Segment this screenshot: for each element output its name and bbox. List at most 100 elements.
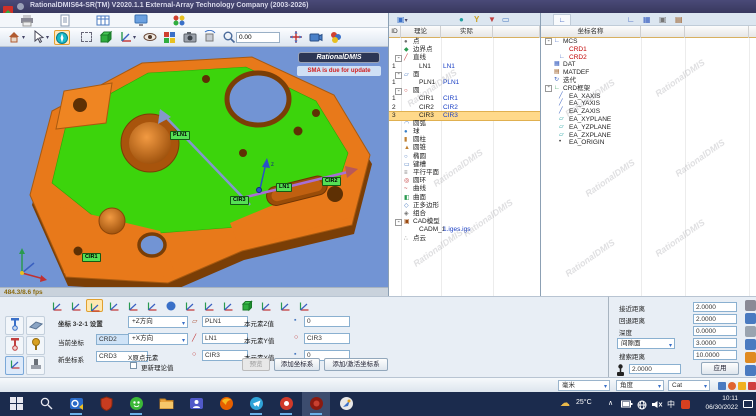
- coordinate-tree-row[interactable]: ↻迭代: [541, 77, 756, 85]
- element-value-field-1[interactable]: [304, 316, 350, 327]
- apply-button[interactable]: 应用: [701, 362, 739, 375]
- weather-temp[interactable]: 25°C: [576, 399, 592, 416]
- direction-select-1[interactable]: +Z方向: [128, 316, 188, 328]
- feature-field-2[interactable]: [202, 333, 248, 344]
- feature-tree-row[interactable]: ◆边界点: [389, 46, 540, 54]
- filter-icon[interactable]: Y: [474, 14, 479, 25]
- taskbar-app-security[interactable]: [92, 392, 120, 416]
- coordinate-tree-row[interactable]: CRD1: [541, 46, 756, 54]
- feature-tree-row[interactable]: ●点: [389, 38, 540, 46]
- pan-crosshair-icon[interactable]: [288, 30, 304, 45]
- feature-tree-row[interactable]: 2CIR2CIR2: [389, 104, 540, 112]
- report-tab-icon[interactable]: [52, 14, 78, 27]
- direction-select-2[interactable]: +X方向: [128, 333, 188, 345]
- probe-field-1[interactable]: [693, 302, 737, 312]
- feature-tag-pln1[interactable]: PLN1: [170, 131, 190, 140]
- csys-icon-9[interactable]: [200, 299, 217, 312]
- feature-tree-row[interactable]: ╱直线: [389, 54, 540, 62]
- collapse-toggle-icon[interactable]: [395, 219, 402, 226]
- taskbar-app-designer[interactable]: [332, 392, 360, 416]
- coordinate-tree-row[interactable]: ▤MATDEF: [541, 69, 756, 77]
- csys-icon-1[interactable]: [48, 299, 65, 312]
- part-model[interactable]: z: [0, 47, 388, 287]
- coordinate-tree-row[interactable]: ∟CRD框架: [541, 85, 756, 93]
- machine-icon[interactable]: [26, 356, 45, 375]
- csys-icon-11[interactable]: [238, 299, 255, 312]
- select-cursor-icon[interactable]: [30, 30, 46, 45]
- zoom-value-input[interactable]: [236, 32, 280, 43]
- tray-app-icon[interactable]: [681, 400, 690, 409]
- coordinate-setup-icon[interactable]: [5, 356, 24, 375]
- clear-features-icon[interactable]: ▼: [488, 14, 496, 25]
- element-value-field-2[interactable]: [304, 333, 350, 344]
- coordinate-tree-row[interactable]: ∟CRD2: [541, 54, 756, 62]
- taskbar-clock[interactable]: 10:11 06/30/2022: [705, 395, 738, 412]
- column-actual[interactable]: 实际: [441, 26, 493, 38]
- csys-icon-3[interactable]: [86, 299, 103, 312]
- feature-tree-row[interactable]: 3CIR3CIR3: [389, 112, 540, 120]
- feature-tree-row[interactable]: ▭键槽: [389, 161, 540, 169]
- feature-tree-row[interactable]: ●球: [389, 128, 540, 136]
- home-dropdown-icon[interactable]: ▾: [22, 34, 25, 41]
- show-all-icon[interactable]: ●: [459, 14, 464, 25]
- coord-capture-icon[interactable]: ▣: [659, 14, 667, 25]
- tray-expand-icon[interactable]: ∧: [608, 399, 613, 416]
- csys-icon-6[interactable]: [143, 299, 160, 312]
- feature-tree-row[interactable]: ≡平行平面: [389, 169, 540, 177]
- taskbar-app-outlook[interactable]: [62, 392, 90, 416]
- print-icon[interactable]: [745, 300, 756, 311]
- coord-tab-icon[interactable]: ∟: [553, 14, 571, 25]
- zoom-magnifier-icon[interactable]: [221, 30, 237, 45]
- coordinate-tree-row[interactable]: ▦DAT: [541, 61, 756, 69]
- add-coord-button[interactable]: 添加坐标系: [274, 358, 320, 371]
- coordinate-tree-row[interactable]: ▱EA_YZPLANE: [541, 124, 756, 132]
- feature-tree-row[interactable]: ~曲线: [389, 185, 540, 193]
- csys-icon-8[interactable]: [181, 299, 198, 312]
- marquee-select-icon[interactable]: [78, 30, 94, 45]
- start-button[interactable]: [2, 392, 30, 416]
- colors-tab-icon[interactable]: [166, 14, 192, 27]
- feature-tree-row[interactable]: CADM_11.iges.igs: [389, 226, 540, 234]
- feature-tree-row[interactable]: ◎圆环: [389, 177, 540, 185]
- action-center-icon[interactable]: [743, 400, 753, 408]
- search-icon[interactable]: [745, 326, 756, 337]
- cube-icon[interactable]: [745, 339, 756, 350]
- status-error-icon[interactable]: [748, 382, 756, 390]
- csys-icon-4[interactable]: [105, 299, 122, 312]
- add-activate-coord-button[interactable]: 添加/激活坐标系: [324, 358, 388, 371]
- volume-muted-icon[interactable]: [651, 400, 663, 416]
- probe-field-4[interactable]: [693, 338, 737, 348]
- taskbar-search-icon[interactable]: [32, 392, 60, 416]
- coordinate-tree-row[interactable]: ▱EA_ZXPLANE: [541, 132, 756, 140]
- probe-field-3[interactable]: [693, 326, 737, 336]
- color-palette-icon[interactable]: [162, 30, 178, 45]
- csys-icon-2[interactable]: [67, 299, 84, 312]
- quick-access-icon[interactable]: [17, 3, 24, 10]
- status-stop-icon[interactable]: [728, 382, 736, 390]
- collapse-toggle-icon[interactable]: [545, 85, 552, 92]
- view-camera-icon[interactable]: [308, 30, 324, 45]
- coord-table-icon[interactable]: ▦: [643, 14, 651, 25]
- status-grid-icon[interactable]: [718, 382, 726, 390]
- speed-field[interactable]: [629, 364, 681, 374]
- feature-tree-row[interactable]: ∴点云: [389, 235, 540, 243]
- report-view-icon[interactable]: ▭: [502, 14, 510, 25]
- angle-select[interactable]: 角度: [616, 380, 664, 391]
- feature-tree-row[interactable]: 1LN1LN1: [389, 63, 540, 71]
- probe-mode-icon[interactable]: [54, 30, 70, 45]
- taskbar-app-browser-red[interactable]: [272, 392, 300, 416]
- taskbar-app-firefox[interactable]: [212, 392, 240, 416]
- column-id[interactable]: ID: [389, 26, 401, 38]
- feature-tree-row[interactable]: 1CIR1CIR1: [389, 95, 540, 103]
- collapse-toggle-icon[interactable]: [395, 88, 402, 95]
- clearance-plane-select[interactable]: 间隙面: [617, 338, 675, 349]
- csys-icon-5[interactable]: [124, 299, 141, 312]
- collapse-toggle-icon[interactable]: [395, 55, 402, 62]
- table-tab-icon[interactable]: [90, 14, 116, 27]
- snapshot-camera-icon[interactable]: [182, 30, 198, 45]
- column-coord-name[interactable]: 坐标名称: [541, 26, 641, 38]
- model-icon[interactable]: [745, 313, 756, 324]
- update-nominal-checkbox[interactable]: [130, 362, 137, 369]
- add-coord-icon[interactable]: ∟: [627, 14, 635, 25]
- taskbar-app-wechat[interactable]: [122, 392, 150, 416]
